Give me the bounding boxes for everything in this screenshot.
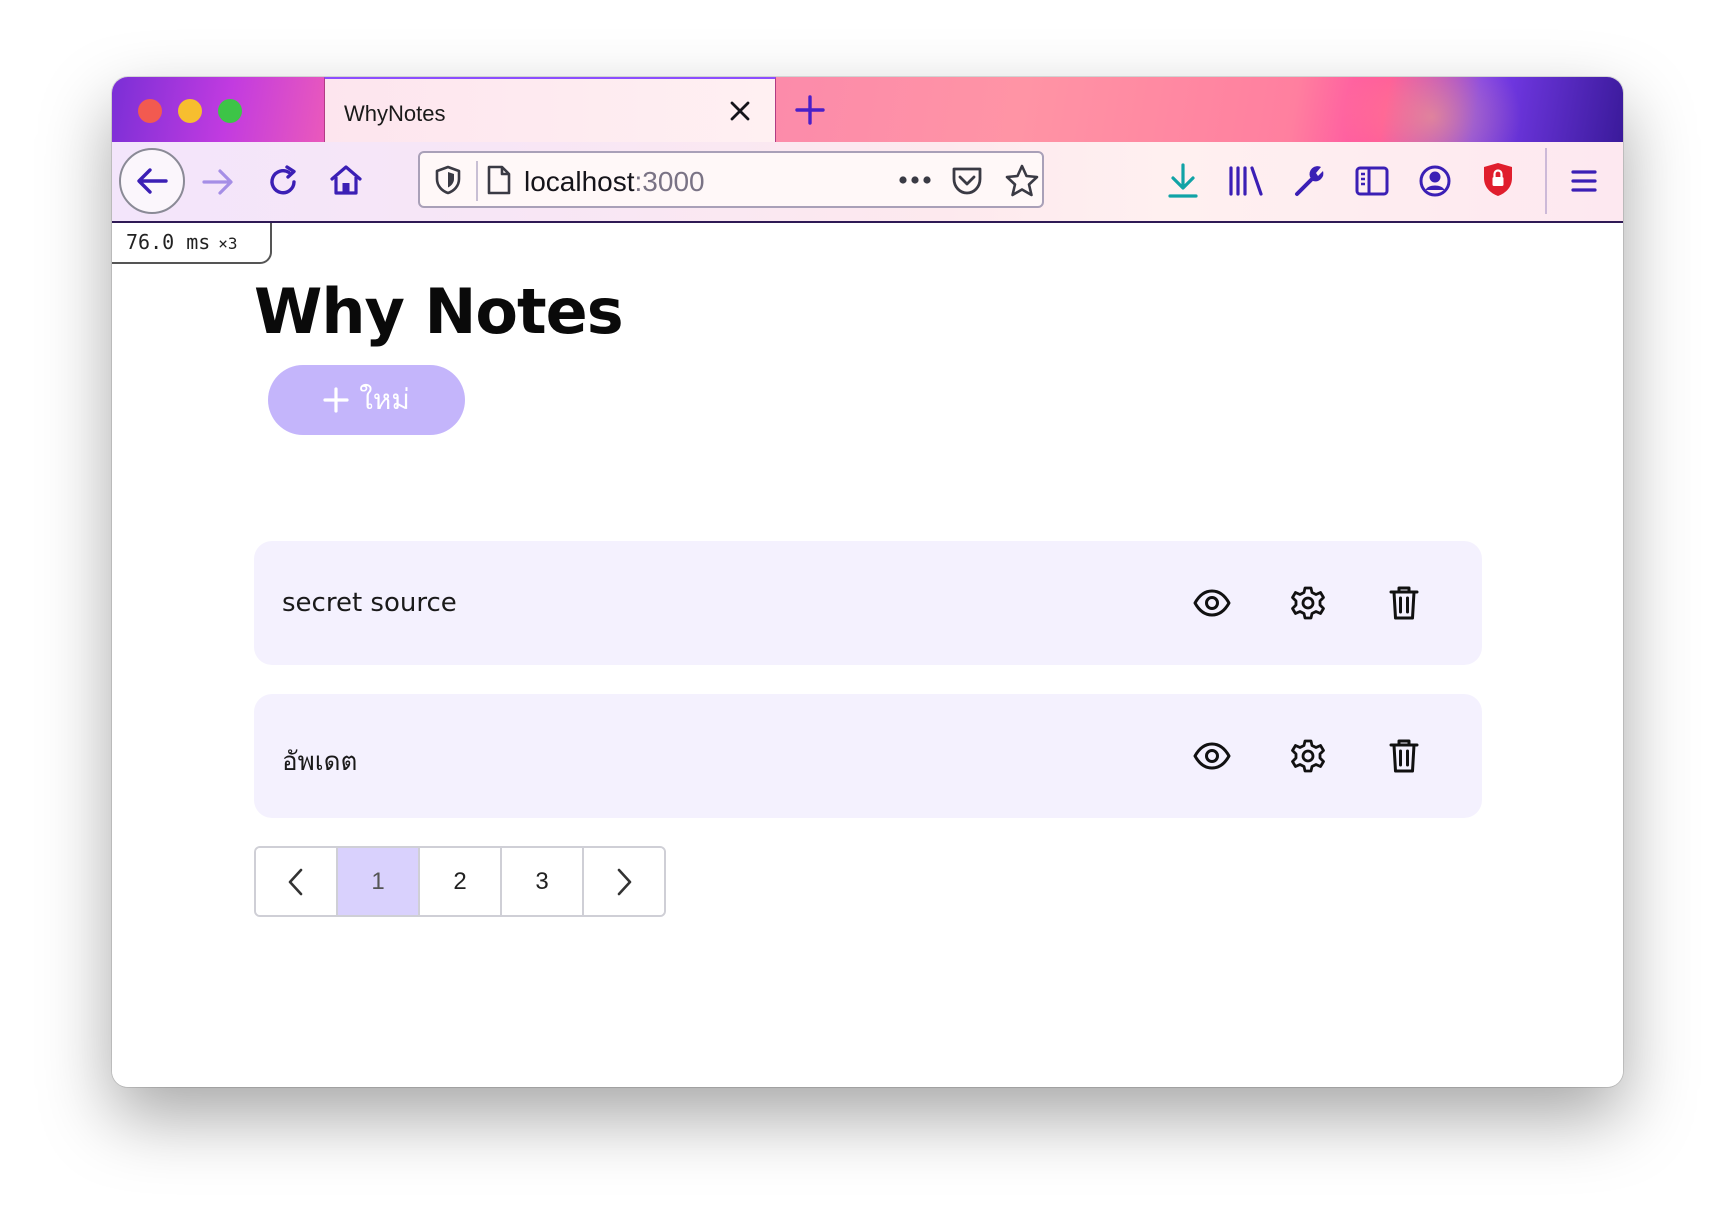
- tab-title: WhyNotes: [344, 101, 446, 126]
- more-dots-icon[interactable]: [898, 175, 932, 185]
- forward-arrow-icon[interactable]: [194, 158, 242, 206]
- back-button[interactable]: [119, 148, 185, 214]
- zoom-window-button[interactable]: [218, 99, 242, 123]
- sidebar-icon[interactable]: [1348, 157, 1396, 205]
- perf-multiplier: ×3: [218, 234, 238, 253]
- chevron-right-icon: [614, 867, 634, 897]
- library-icon[interactable]: [1222, 157, 1270, 205]
- home-icon[interactable]: [322, 156, 370, 204]
- delete-icon[interactable]: [1382, 734, 1426, 778]
- delete-icon[interactable]: [1382, 581, 1426, 625]
- page-content: Why Notes ใหม่ secret source อัพเดต 1 2 …: [112, 225, 1623, 1087]
- wrench-icon[interactable]: [1285, 157, 1333, 205]
- view-icon[interactable]: [1190, 734, 1234, 778]
- navigation-toolbar: localhost:3000: [112, 142, 1623, 223]
- next-page-button[interactable]: [584, 848, 664, 915]
- perf-time: 76.0 ms: [126, 230, 211, 254]
- new-tab-plus-icon[interactable]: [793, 93, 827, 127]
- url-bar[interactable]: localhost:3000: [418, 151, 1044, 208]
- settings-icon[interactable]: [1286, 734, 1330, 778]
- url-text[interactable]: localhost:3000: [524, 166, 705, 198]
- tracking-shield-icon[interactable]: [434, 165, 462, 195]
- new-note-button[interactable]: ใหม่: [268, 365, 465, 435]
- note-item[interactable]: อัพเดต: [254, 694, 1482, 818]
- page-button-1[interactable]: 1: [338, 848, 420, 915]
- account-icon[interactable]: [1411, 157, 1459, 205]
- note-item[interactable]: secret source: [254, 541, 1482, 665]
- perf-badge: 76.0 ms ×3: [112, 223, 272, 264]
- download-icon[interactable]: [1159, 157, 1207, 205]
- page-title: Why Notes: [254, 275, 624, 348]
- page-button-3[interactable]: 3: [502, 848, 584, 915]
- view-icon[interactable]: [1190, 581, 1234, 625]
- pagination: 1 2 3: [254, 846, 666, 917]
- lock-shield-icon[interactable]: [1474, 156, 1522, 204]
- hamburger-menu-icon[interactable]: [1560, 157, 1608, 205]
- chevron-left-icon: [286, 867, 306, 897]
- note-title: secret source: [282, 588, 457, 618]
- close-window-button[interactable]: [138, 99, 162, 123]
- star-icon[interactable]: [1004, 163, 1040, 199]
- settings-icon[interactable]: [1286, 581, 1330, 625]
- reload-icon[interactable]: [259, 158, 307, 206]
- close-icon[interactable]: [727, 98, 753, 124]
- minimize-window-button[interactable]: [178, 99, 202, 123]
- tab-strip: WhyNotes: [112, 77, 1623, 197]
- note-title: อัพเดต: [282, 747, 358, 777]
- back-arrow-icon: [134, 163, 170, 199]
- page-button-2[interactable]: 2: [420, 848, 502, 915]
- pocket-icon[interactable]: [950, 165, 984, 197]
- prev-page-button[interactable]: [256, 848, 338, 915]
- plus-icon: [323, 387, 349, 413]
- browser-window: WhyNotes localhost:3000 Why Notes ใหม่ s…: [112, 77, 1623, 1087]
- page-icon: [486, 164, 512, 196]
- new-note-label: ใหม่: [359, 384, 410, 415]
- tab-whynotes[interactable]: WhyNotes: [324, 77, 776, 142]
